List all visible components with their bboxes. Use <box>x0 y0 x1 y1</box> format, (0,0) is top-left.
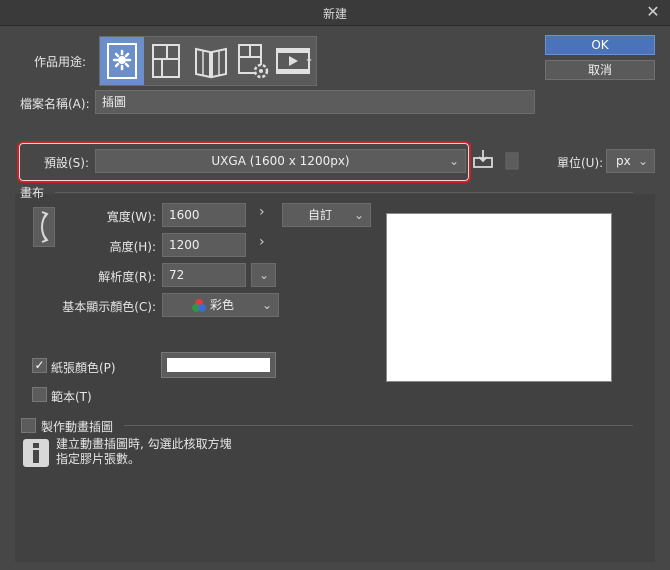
resolution-dropdown[interactable]: ⌄ <box>251 263 276 287</box>
ok-button[interactable]: OK <box>545 35 655 55</box>
usage-illustration-button[interactable] <box>100 37 144 85</box>
canvas-section-label: 畫布 <box>20 186 45 200</box>
book-icon <box>195 47 227 79</box>
chevron-down-icon[interactable]: ⌄ <box>304 51 314 65</box>
color-mode-select[interactable]: 彩色 ⌄ <box>162 293 279 317</box>
animation-checkbox[interactable] <box>21 418 36 433</box>
usage-comic-button[interactable] <box>144 37 188 85</box>
preset-select[interactable]: UXGA (1600 x 1200px) ⌄ <box>95 149 466 173</box>
unit-select[interactable]: px ⌄ <box>606 149 655 173</box>
info-icon <box>23 439 49 467</box>
paper-color-checkbox[interactable]: ✓ <box>32 358 47 373</box>
illustration-icon <box>107 43 137 79</box>
animation-label: 製作動畫插圖 <box>41 420 114 434</box>
usage-icon-bar: ⌄ <box>99 36 317 86</box>
size-preset-select[interactable]: 自訂 ⌄ <box>282 203 371 227</box>
chevron-down-icon: ⌄ <box>448 154 459 168</box>
chevron-down-icon: ⌄ <box>261 298 272 312</box>
size-preset-value: 自訂 <box>308 208 333 222</box>
filename-label: 檔案名稱(A): <box>20 97 90 111</box>
preset-value: UXGA (1600 x 1200px) <box>211 154 350 168</box>
cancel-button[interactable]: 取消 <box>545 60 655 80</box>
chevron-right-icon[interactable]: › <box>259 204 265 220</box>
canvas-preview <box>386 213 612 382</box>
usage-page-settings-button[interactable] <box>230 37 274 85</box>
chevron-down-icon: ⌄ <box>353 208 364 222</box>
animation-info-line1: 建立動畫插圖時, 勾選此核取方塊 <box>56 437 232 451</box>
unit-value: px <box>616 154 631 168</box>
new-canvas-dialog: 作品用途: ⌄ OK 取消 檔案名稱(A): 插圖 預設(S): UXGA (1… <box>0 26 670 570</box>
resolution-input[interactable]: 72 <box>162 263 246 287</box>
paper-color-swatch[interactable] <box>161 352 276 378</box>
save-preset-icon[interactable] <box>472 148 494 170</box>
comic-page-icon <box>152 44 180 78</box>
animation-divider <box>124 425 633 426</box>
window-title: 新建 <box>322 7 347 21</box>
swap-orientation-icon[interactable] <box>33 207 55 247</box>
chevron-down-icon: ⌄ <box>258 268 269 282</box>
filename-input[interactable]: 插圖 <box>95 90 535 114</box>
height-label: 高度(H): <box>109 240 156 254</box>
unit-label: 單位(U): <box>557 156 604 170</box>
template-checkbox[interactable] <box>32 387 47 402</box>
canvas-divider <box>55 192 633 193</box>
chevron-down-icon: ⌄ <box>637 154 648 168</box>
width-label: 寬度(W): <box>106 210 156 224</box>
page-settings-icon <box>238 44 269 79</box>
usage-book-button[interactable] <box>188 37 232 85</box>
paper-color-label: 紙張顏色(P) <box>51 361 116 375</box>
color-mode-label: 基本顯示顏色(C): <box>62 300 156 314</box>
chevron-right-icon[interactable]: › <box>259 234 265 250</box>
template-label: 範本(T) <box>51 390 92 404</box>
color-mode-value: 彩色 <box>210 298 235 312</box>
resolution-label: 解析度(R): <box>98 270 156 284</box>
animation-info-text: 建立動畫插圖時, 勾選此核取方塊 指定膠片張數。 <box>56 437 232 467</box>
preset-label: 預設(S): <box>44 156 90 170</box>
delete-preset-icon[interactable] <box>503 150 521 170</box>
close-icon[interactable]: ✕ <box>644 3 662 21</box>
color-icon <box>192 299 206 312</box>
width-input[interactable]: 1600 <box>162 203 246 227</box>
paper-color-fill <box>167 358 270 372</box>
animation-info-line2: 指定膠片張數。 <box>56 452 141 466</box>
title-bar: 新建 ✕ <box>0 0 670 26</box>
usage-label: 作品用途: <box>34 55 87 69</box>
height-input[interactable]: 1200 <box>162 233 246 257</box>
